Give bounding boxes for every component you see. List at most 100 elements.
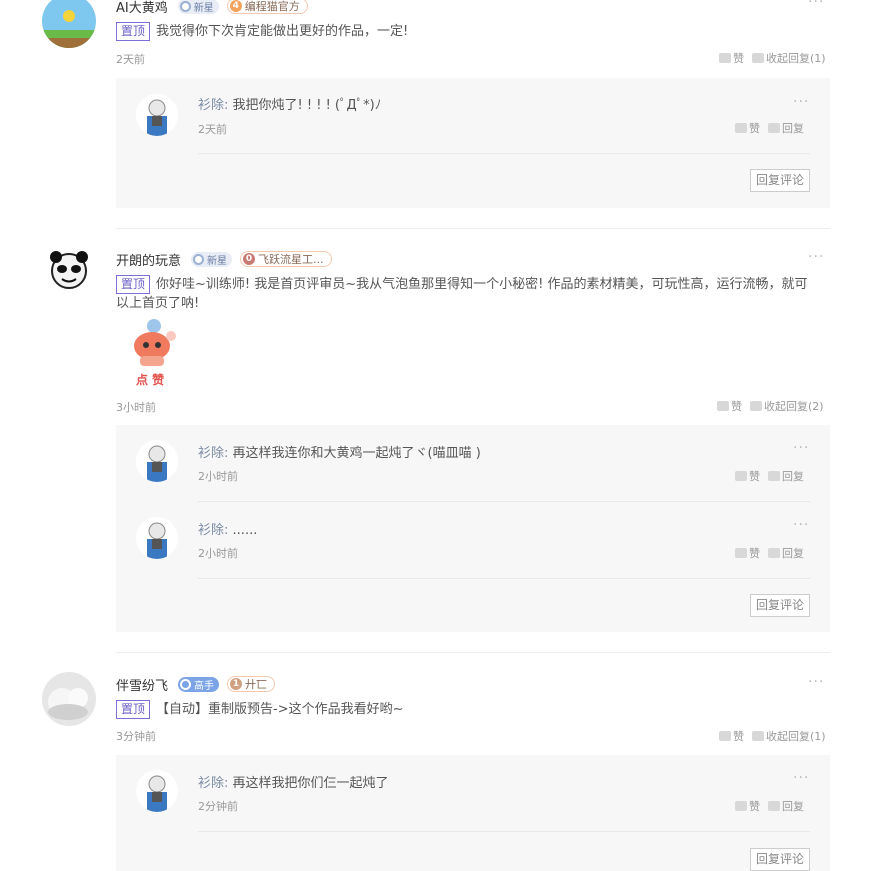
user-avatar-icon (42, 245, 96, 299)
user-avatar-icon (42, 0, 96, 48)
like-button[interactable]: 赞 (749, 798, 760, 814)
reply-comment-button[interactable]: 回复评论 (749, 169, 810, 192)
avatar[interactable] (42, 672, 96, 726)
level-badge-label: 高手 (194, 680, 215, 692)
chat-icon (768, 548, 780, 558)
title-badge-label: 廾匸 (245, 678, 268, 691)
user-avatar-icon (42, 672, 96, 726)
chat-icon (768, 123, 780, 133)
more-options-icon[interactable]: ··· (793, 770, 809, 786)
reply-comment-button[interactable]: 回复评论 (749, 594, 810, 617)
chat-icon (750, 401, 762, 411)
divider (116, 652, 830, 653)
comment-body: 置顶 我觉得你下次肯定能做出更好的作品，一定! (116, 22, 816, 41)
reply-username[interactable]: 衫除 (198, 776, 224, 791)
like-button[interactable]: 赞 (749, 120, 760, 136)
username[interactable]: 开朗的玩意 (116, 250, 181, 269)
reply-username[interactable]: 衫除 (198, 523, 224, 538)
level-badge: 新星 (177, 0, 219, 14)
reply-time: 2小时前 (198, 470, 238, 483)
star-icon (193, 253, 205, 265)
reply-separator: : (224, 98, 229, 113)
reply-actions: 赞 回复 (735, 120, 804, 136)
reply-section: 衫除: 再这样我连你和大黄鸡一起炖了ヾ(喵皿喵 ) ··· 2小时前 赞 回复 … (116, 425, 830, 632)
like-button[interactable]: 赞 (749, 545, 760, 561)
pinned-tag: 置顶 (116, 22, 151, 41)
more-options-icon[interactable]: ··· (808, 249, 824, 265)
reply-username[interactable]: 衫除 (198, 446, 224, 461)
comment-text: 你好哇~训练师! 我是首页评审员~我从气泡鱼那里得知一个小秘密! 作品的素材精美… (116, 277, 808, 311)
thumbs-up-icon (735, 801, 747, 811)
reply-button[interactable]: 回复 (782, 120, 804, 136)
avatar[interactable] (136, 517, 178, 559)
thumbs-up-icon (717, 401, 729, 411)
comment-text: 我觉得你下次肯定能做出更好的作品，一定! (156, 24, 409, 39)
chat-icon (752, 731, 764, 741)
collapse-replies-button[interactable]: 收起回复(2) (764, 398, 824, 414)
user-avatar-icon (136, 440, 178, 482)
like-button[interactable]: 赞 (733, 50, 744, 66)
more-options-icon[interactable]: ··· (793, 94, 809, 110)
avatar[interactable] (136, 770, 178, 812)
star-icon (179, 0, 191, 12)
level-badge: 高手 (178, 676, 220, 692)
username[interactable]: AI大黄鸡 (116, 0, 168, 16)
title-badge-label: 编程猫官方 (244, 0, 300, 13)
divider (198, 501, 810, 502)
reply-time: 2小时前 (198, 547, 238, 560)
more-options-icon[interactable]: ··· (808, 0, 824, 10)
comment-body: 置顶 你好哇~训练师! 我是首页评审员~我从气泡鱼那里得知一个小秘密! 作品的素材… (116, 275, 816, 313)
more-options-icon[interactable]: ··· (808, 674, 824, 690)
title-badge-number: 1 (230, 678, 243, 690)
like-button[interactable]: 赞 (733, 728, 744, 744)
like-button[interactable]: 赞 (731, 398, 742, 414)
title-badge-number: 0 (243, 253, 256, 265)
more-options-icon[interactable]: ··· (793, 440, 809, 456)
comment-time: 2天前 (116, 53, 145, 66)
thumbs-up-icon (735, 548, 747, 558)
reply-username[interactable]: 衫除 (198, 98, 224, 113)
title-badge: 1 廾匸 (227, 676, 276, 692)
pinned-tag: 置顶 (116, 700, 151, 719)
avatar[interactable] (42, 0, 96, 48)
reply-section: 衫除: 我把你炖了! ! ! ! (ﾟДﾟ*)ﾉ ··· 2天前 赞 回复 回复… (116, 78, 830, 208)
sticker-label: 点 赞 (136, 373, 165, 387)
reply-button[interactable]: 回复 (782, 798, 804, 814)
reply-content: 再这样我连你和大黄鸡一起炖了ヾ(喵皿喵 ) (232, 446, 481, 461)
reply-separator: : (224, 523, 229, 538)
collapse-replies-button[interactable]: 收起回复(1) (766, 50, 826, 66)
like-button[interactable]: 赞 (749, 468, 760, 484)
reply-content: 我把你炖了! ! ! ! (ﾟДﾟ*)ﾉ (232, 98, 382, 113)
comment-header: 伴雪纷飞 高手 1 廾匸 (116, 674, 276, 694)
reply-comment-button[interactable]: 回复评论 (749, 848, 810, 871)
divider (116, 228, 830, 229)
chat-icon (768, 471, 780, 481)
reply-section: 衫除: 再这样我把你们仨一起炖了 ··· 2分钟前 赞 回复 回复评论 (116, 755, 830, 871)
level-badge: 新星 (191, 251, 233, 267)
title-badge-label: 飞跃流星工... (258, 253, 324, 266)
reply-text: 衫除: 我把你炖了! ! ! ! (ﾟДﾟ*)ﾉ (198, 94, 381, 113)
reply-actions: 赞 回复 (735, 545, 804, 561)
comment-actions: 赞 收起回复(1) (719, 50, 826, 66)
level-badge-label: 新星 (207, 255, 228, 267)
comment-text: 【自动】重制版预告->这个作品我看好哟~ (156, 702, 404, 717)
collapse-replies-button[interactable]: 收起回复(1) (766, 728, 826, 744)
more-options-icon[interactable]: ··· (793, 517, 809, 533)
comment-header: 开朗的玩意 新星 0 飞跃流星工... (116, 249, 332, 269)
reply-button[interactable]: 回复 (782, 545, 804, 561)
avatar[interactable] (136, 440, 178, 482)
avatar[interactable] (136, 94, 178, 136)
avatar[interactable] (42, 245, 96, 299)
reply-actions: 赞 回复 (735, 798, 804, 814)
reply-button[interactable]: 回复 (782, 468, 804, 484)
title-badge: 4 编程猫官方 (226, 0, 308, 14)
divider (198, 153, 810, 154)
divider (198, 578, 810, 579)
username[interactable]: 伴雪纷飞 (116, 675, 168, 694)
user-avatar-icon (136, 94, 178, 136)
user-avatar-icon (136, 770, 178, 812)
reply-actions: 赞 回复 (735, 468, 804, 484)
user-avatar-icon (136, 517, 178, 559)
pinned-tag: 置顶 (116, 275, 151, 294)
reply-text: 衫除: 再这样我把你们仨一起炖了 (198, 772, 389, 791)
